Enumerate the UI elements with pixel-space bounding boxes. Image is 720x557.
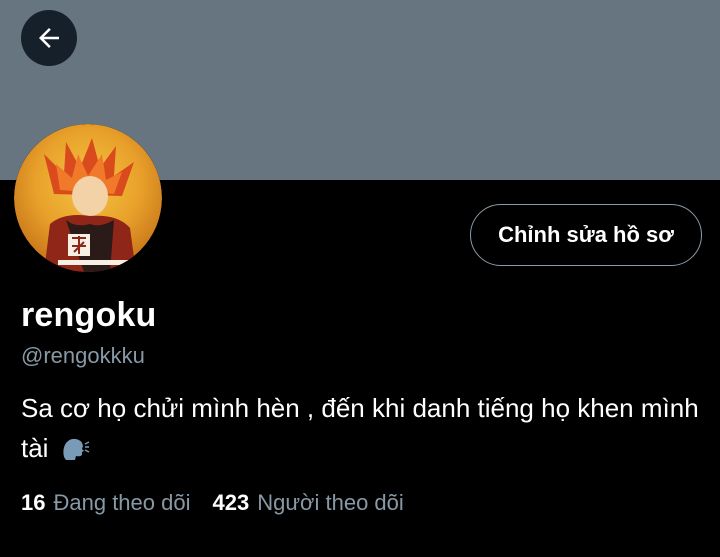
- follow-stats: 16 Đang theo dõi 423 Người theo dõi: [21, 490, 404, 516]
- user-handle: @rengokkku: [21, 343, 145, 368]
- avatar[interactable]: [14, 124, 162, 272]
- speaking-head-icon: [63, 438, 90, 460]
- following-label: Đang theo dõi: [53, 490, 191, 515]
- avatar-image: [14, 124, 162, 272]
- following-count: 16: [21, 490, 46, 515]
- followers-link[interactable]: 423 Người theo dõi: [212, 490, 403, 516]
- bio-text: Sa cơ họ chửi mình hèn , đến khi danh ti…: [21, 393, 699, 463]
- following-link[interactable]: 16 Đang theo dõi: [21, 490, 190, 516]
- followers-label: Người theo dõi: [257, 490, 404, 515]
- back-button[interactable]: [21, 10, 77, 66]
- arrow-left-icon: [39, 28, 59, 48]
- edit-profile-button[interactable]: Chỉnh sửa hồ sơ: [470, 204, 702, 266]
- display-name: rengoku: [21, 296, 157, 334]
- profile-bio: Sa cơ họ chửi mình hèn , đến khi danh ti…: [21, 388, 701, 468]
- followers-count: 423: [212, 490, 250, 515]
